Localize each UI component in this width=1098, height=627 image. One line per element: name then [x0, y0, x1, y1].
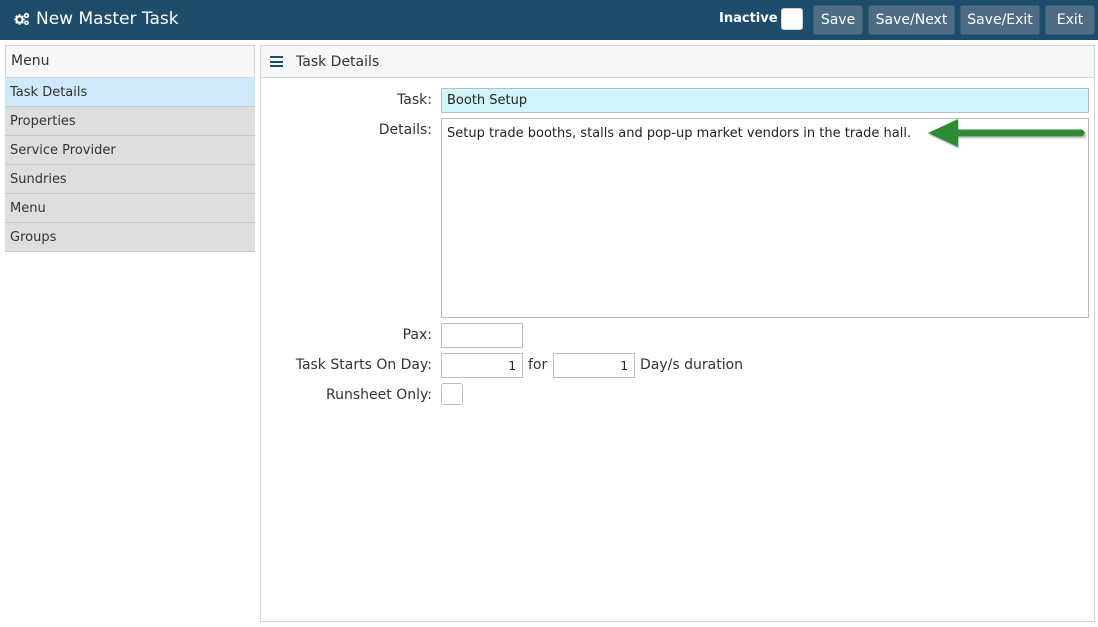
panel-header: Task Details — [261, 46, 1094, 78]
duration-input[interactable]: 1 — [553, 353, 635, 378]
task-label: Task: — [397, 92, 432, 108]
sidebar-item-menu[interactable]: Menu — [5, 194, 255, 223]
exit-button[interactable]: Exit — [1045, 5, 1095, 35]
panel-title: Task Details — [296, 53, 380, 70]
task-input[interactable]: Booth Setup — [441, 88, 1089, 113]
sidebar-item-properties[interactable]: Properties — [5, 107, 255, 136]
sidebar-item-sundries[interactable]: Sundries — [5, 165, 255, 194]
pax-label: Pax: — [402, 327, 432, 343]
sidebar-heading: Menu — [5, 45, 255, 78]
page-title: New Master Task — [36, 9, 179, 29]
task-details-panel: Task Details Task: Booth Setup Details: … — [260, 45, 1095, 622]
pax-input[interactable] — [441, 323, 523, 348]
sidebar-item-groups[interactable]: Groups — [5, 223, 255, 252]
runsheet-label: Runsheet Only: — [326, 387, 432, 403]
top-bar: New Master Task Inactive Save Save/Next … — [0, 0, 1098, 40]
window-title: New Master Task — [14, 8, 179, 30]
duration-text: Day/s duration — [640, 357, 744, 373]
sidebar-item-task-details[interactable]: Task Details — [5, 78, 255, 107]
save-next-button[interactable]: Save/Next — [868, 5, 955, 35]
left-arrow-icon — [928, 119, 1086, 149]
start-day-input[interactable]: 1 — [441, 353, 523, 378]
save-exit-button[interactable]: Save/Exit — [960, 5, 1040, 35]
for-text: for — [528, 357, 548, 373]
details-label: Details: — [378, 122, 432, 138]
inactive-label: Inactive — [719, 11, 778, 26]
inactive-checkbox[interactable] — [781, 8, 803, 30]
hamburger-icon[interactable] — [270, 56, 283, 67]
save-button[interactable]: Save — [813, 5, 863, 35]
sidebar: Menu Task Details Properties Service Pro… — [5, 45, 255, 252]
runsheet-checkbox[interactable] — [441, 383, 463, 405]
task-starts-label: Task Starts On Day: — [295, 357, 432, 373]
sidebar-item-service-provider[interactable]: Service Provider — [5, 136, 255, 165]
gears-icon — [14, 12, 30, 26]
